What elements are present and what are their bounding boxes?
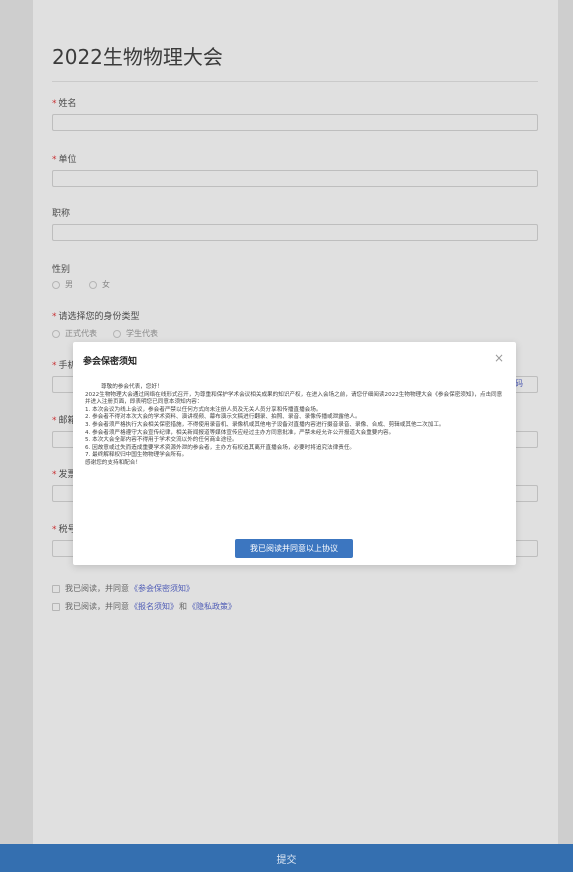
modal-body: 尊敬的参会代表，您好！ 2022生物物理大会通过网络在线形式召开，为尊重和保护学…	[85, 384, 507, 468]
modal-item-7: 7. 最终解释权归中国生物物理学会所有。	[85, 452, 188, 459]
confidentiality-modal: 参会保密须知 × 尊敬的参会代表，您好！ 2022生物物理大会通过网络在线形式召…	[73, 342, 516, 565]
modal-item-3: 3. 参会者须严格执行大会相关保密措施，不得使用录音机、录像机或其他电子设备对直…	[85, 421, 445, 428]
submit-button[interactable]: 提交	[0, 844, 573, 872]
close-icon[interactable]: ×	[494, 352, 504, 364]
modal-item-5: 5. 本次大会全部内容不得用于学术交流以外的任何商业途径。	[85, 437, 238, 444]
modal-greeting: 尊敬的参会代表，您好！	[101, 384, 163, 390]
modal-closing: 感谢您的支持和配合！	[85, 459, 141, 466]
modal-item-2: 2. 参会者不得对本次大会的学术资料、演讲视频、幕布演示文稿进行翻录、拍照、录音…	[85, 414, 361, 421]
modal-intro: 2022生物物理大会通过网络在线形式召开，为尊重和保护学术会议相关成果的知识产权…	[85, 391, 503, 406]
agree-button[interactable]: 我已阅读并同意以上协议	[235, 539, 353, 558]
modal-title: 参会保密须知	[83, 357, 138, 367]
